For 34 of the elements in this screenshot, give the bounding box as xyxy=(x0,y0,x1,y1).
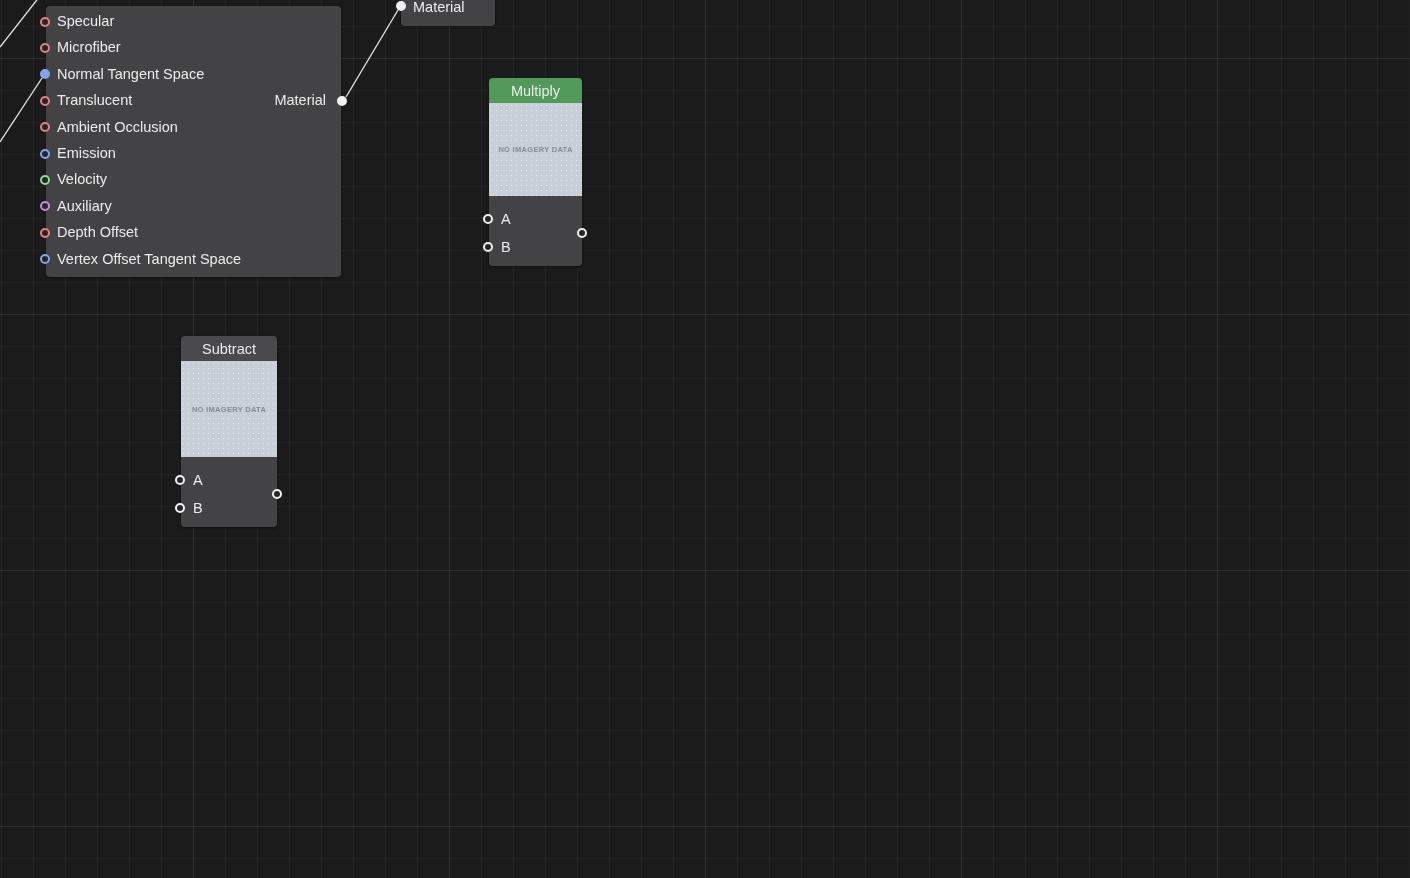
pin-label: Velocity xyxy=(57,171,107,189)
input-pin[interactable] xyxy=(40,95,50,106)
material-node[interactable] xyxy=(46,6,341,278)
pin-label: Emission xyxy=(57,145,116,163)
pin-label: Ambient Occlusion xyxy=(57,118,178,136)
input-pin[interactable] xyxy=(40,122,50,133)
pin-label: Vertex Offset Tangent Space xyxy=(57,250,242,268)
input-pin[interactable] xyxy=(40,201,50,212)
input-pin[interactable] xyxy=(40,227,50,238)
input-pin[interactable] xyxy=(40,69,50,80)
pin-label: Specular xyxy=(57,13,115,31)
pin-label: Translucent xyxy=(57,92,133,110)
input-pin[interactable] xyxy=(40,148,50,159)
input-pin[interactable] xyxy=(40,254,50,265)
pin-label: Depth Offset xyxy=(57,224,139,242)
node-body[interactable] xyxy=(181,457,277,527)
output-pin[interactable] xyxy=(577,228,587,238)
pin-label: A xyxy=(501,210,511,228)
input-pin[interactable] xyxy=(40,174,50,185)
pin-label: Material xyxy=(274,92,326,110)
node-body[interactable] xyxy=(489,196,582,266)
output-pin[interactable] xyxy=(337,95,347,106)
pin-label: B xyxy=(193,499,203,517)
output-pin[interactable] xyxy=(272,489,282,499)
node-title: Subtract xyxy=(202,340,256,357)
pin-label: Normal Tangent Space xyxy=(57,65,205,83)
pin-label: Microfiber xyxy=(57,39,121,57)
input-pin[interactable] xyxy=(40,16,50,27)
pin-label: Auxiliary xyxy=(57,197,112,215)
pin-label: B xyxy=(501,238,511,256)
node-title: Multiply xyxy=(510,82,561,99)
input-pin[interactable] xyxy=(40,42,50,53)
pin-label: Material xyxy=(413,0,465,16)
pin-label: A xyxy=(193,471,203,489)
